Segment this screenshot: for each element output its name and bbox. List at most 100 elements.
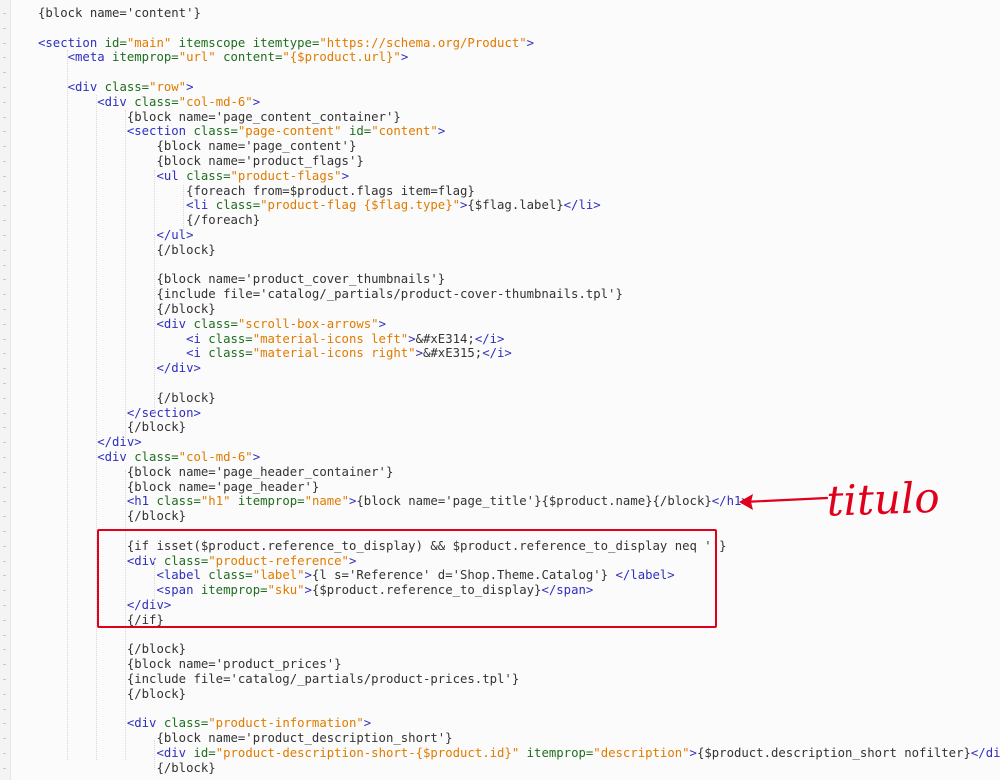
code-token: "row" bbox=[149, 80, 187, 94]
code-line[interactable]: {/foreach} bbox=[38, 213, 260, 228]
gutter-mark bbox=[3, 679, 6, 680]
code-editor[interactable]: {block name='content'} <section id="main"… bbox=[0, 0, 1000, 780]
code-line[interactable]: </section> bbox=[38, 406, 201, 421]
code-line[interactable]: {block name='content'} bbox=[38, 6, 201, 21]
code-line[interactable]: {/block} bbox=[38, 642, 186, 657]
code-token: {/block} bbox=[38, 642, 187, 657]
gutter-mark bbox=[3, 116, 6, 118]
code-token: <div bbox=[38, 746, 194, 760]
gutter-mark bbox=[3, 590, 6, 592]
code-token: > bbox=[186, 80, 194, 94]
gutter-mark bbox=[3, 738, 6, 740]
code-line[interactable]: <meta itemprop="url" content="{$product.… bbox=[38, 50, 409, 65]
gutter-mark bbox=[3, 397, 6, 399]
code-line[interactable]: {/block} bbox=[38, 509, 186, 524]
code-token: "https://schema.org/Product" bbox=[319, 35, 527, 50]
gutter-mark bbox=[3, 323, 6, 325]
gutter-mark bbox=[3, 723, 6, 725]
code-line[interactable]: <div class="row"> bbox=[38, 80, 194, 95]
code-token: <div bbox=[38, 450, 135, 464]
code-line[interactable]: {block name='page_content_container'} bbox=[38, 110, 401, 125]
code-line[interactable]: <div class="col-md-6"> bbox=[38, 450, 260, 465]
gutter-mark bbox=[3, 664, 6, 666]
code-line[interactable]: <div class="scroll-box-arrows"> bbox=[38, 317, 386, 332]
gutter-mark bbox=[3, 235, 6, 236]
code-token: {/block} bbox=[38, 420, 187, 435]
code-line[interactable]: <li class="product-flag {$flag.type}">{$… bbox=[38, 198, 601, 213]
code-token: "name" bbox=[304, 494, 349, 509]
code-line[interactable]: {/block} bbox=[38, 687, 186, 702]
code-token: {block name='content'} bbox=[38, 6, 201, 20]
code-line[interactable]: {block name='product_description_short'} bbox=[38, 731, 453, 746]
code-token: {block name='product_prices'} bbox=[38, 657, 342, 672]
code-token: <div bbox=[38, 316, 194, 331]
code-line[interactable]: </ul> bbox=[38, 228, 193, 243]
gutter-mark bbox=[3, 575, 6, 577]
code-line[interactable]: {/block} bbox=[38, 420, 186, 435]
code-token: "product-information" bbox=[208, 716, 364, 731]
code-line[interactable]: {include file='catalog/_partials/product… bbox=[38, 672, 519, 687]
code-token: class= bbox=[156, 494, 201, 509]
code-token: > bbox=[689, 746, 697, 760]
code-token: &#xE315; bbox=[422, 346, 483, 361]
code-line[interactable]: {/block} bbox=[38, 302, 216, 317]
gutter-mark bbox=[3, 560, 6, 562]
code-token: {/block} bbox=[38, 686, 187, 701]
code-line[interactable]: <div class="product-information"> bbox=[38, 716, 371, 731]
code-line[interactable]: {foreach from=$product.flags item=flag} bbox=[38, 184, 475, 199]
code-line[interactable]: <h1 class="h1" itemprop="name">{block na… bbox=[38, 494, 749, 509]
code-line[interactable]: {/block} bbox=[38, 243, 215, 258]
code-line[interactable]: <i class="material-icons left">&#xE314;<… bbox=[38, 332, 504, 347]
gutter-mark bbox=[3, 708, 6, 710]
code-token: itemscope itemtype= bbox=[171, 35, 320, 50]
code-token: "description" bbox=[593, 746, 690, 760]
code-token: </i> bbox=[482, 346, 512, 361]
code-token: {block name='page_header'} bbox=[38, 479, 320, 494]
code-token: {/block} bbox=[38, 302, 216, 316]
code-token: > bbox=[378, 316, 386, 331]
code-line[interactable]: <i class="material-icons right">&#xE315;… bbox=[38, 346, 512, 361]
code-token: id= bbox=[193, 746, 216, 760]
gutter-mark bbox=[3, 190, 6, 192]
code-line[interactable]: {block name='product_cover_thumbnails'} bbox=[38, 272, 445, 287]
code-token: {block name='product_cover_thumbnails'} bbox=[38, 272, 446, 287]
gutter-mark bbox=[3, 309, 6, 310]
annotation-highlight-box bbox=[97, 529, 717, 628]
code-token: </ul> bbox=[38, 228, 194, 242]
code-line[interactable]: <div id="product-description-short-{$pro… bbox=[38, 746, 1000, 761]
code-token: "col-md-6" bbox=[178, 450, 253, 464]
code-token: class= bbox=[193, 124, 238, 139]
gutter-mark bbox=[3, 205, 6, 207]
gutter-mark bbox=[3, 101, 6, 103]
indent-guide bbox=[96, 95, 97, 760]
code-line[interactable]: {/block} bbox=[38, 391, 215, 406]
code-token: <div bbox=[38, 716, 164, 731]
gutter-mark bbox=[3, 471, 6, 473]
code-token: itemprop= bbox=[112, 50, 179, 65]
gutter-mark bbox=[3, 619, 6, 621]
code-line[interactable]: </div> bbox=[38, 361, 200, 376]
gutter-mark bbox=[3, 412, 6, 414]
code-line[interactable]: <ul class="product-flags"> bbox=[38, 169, 349, 184]
code-line[interactable]: {/block} bbox=[38, 761, 215, 776]
code-line[interactable]: {block name='page_header'} bbox=[38, 479, 320, 495]
gutter-mark bbox=[3, 294, 6, 296]
code-line[interactable]: {block name='page_content'} bbox=[38, 139, 356, 154]
code-token: itemprop= bbox=[230, 494, 305, 509]
gutter-mark bbox=[3, 531, 6, 532]
code-token: <h1 bbox=[38, 494, 157, 509]
code-line[interactable]: {block name='product_flags'} bbox=[38, 154, 363, 169]
code-line[interactable]: </div> bbox=[38, 435, 141, 450]
gutter-mark bbox=[3, 486, 6, 488]
code-token: {block name='product_description_short'} bbox=[38, 731, 453, 746]
code-line[interactable]: <section id="main" itemscope itemtype="h… bbox=[38, 36, 534, 51]
gutter-mark bbox=[3, 72, 6, 74]
code-line[interactable]: {block name='page_header_container'} bbox=[38, 465, 394, 480]
code-line[interactable]: {block name='product_prices'} bbox=[38, 657, 342, 672]
gutter-mark bbox=[3, 279, 6, 281]
code-token: > bbox=[341, 168, 349, 183]
gutter-mark bbox=[3, 501, 6, 503]
code-line[interactable]: <section class="page-content" id="conten… bbox=[38, 124, 445, 139]
code-token: > bbox=[252, 450, 261, 464]
code-line[interactable]: <div class="col-md-6"> bbox=[38, 95, 260, 110]
